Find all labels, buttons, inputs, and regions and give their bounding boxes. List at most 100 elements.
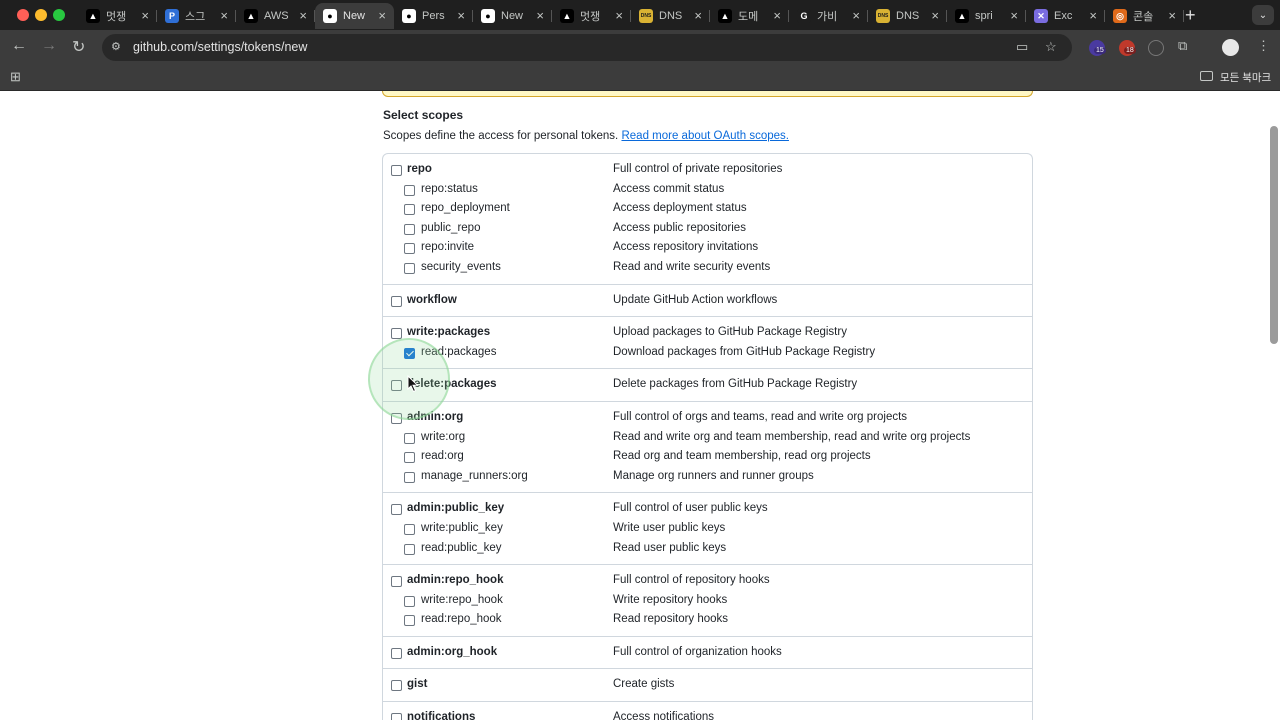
scope-name: read:org [421,450,464,463]
scope-checkbox[interactable] [404,543,415,555]
scope-row: admin:repo_hook Full control of repositor… [383,571,1032,591]
close-tab-icon[interactable]: × [141,8,149,23]
browser-tab[interactable]: P 스그 × [157,3,236,29]
page-scrollbar[interactable] [1270,126,1278,344]
browser-tab[interactable]: ▲ 멋쟁 × [78,3,157,29]
bookmark-star-icon[interactable]: ☆ [1045,39,1057,55]
scope-checkbox[interactable] [391,713,402,720]
triangle-icon: ▲ [955,9,969,23]
scope-group: notifications Access notifications [383,702,1032,720]
minimize-window-button[interactable] [35,9,47,21]
apps-grid-icon[interactable]: ⊞ [10,69,21,85]
close-tab-icon[interactable]: × [536,8,544,23]
extension-badge: 18 [1124,47,1136,54]
close-tab-icon[interactable]: × [773,8,781,23]
install-app-icon[interactable]: ▭ [1016,39,1028,55]
close-tab-icon[interactable]: × [457,8,465,23]
tab-title: 가비 [817,11,838,23]
scope-group: admin:public_key Full control of user pub… [383,493,1032,566]
browser-tab[interactable]: ▲ 도메 × [710,3,789,29]
triangle-icon: ▲ [718,9,732,23]
browser-tab[interactable]: DNS DNS × [631,3,710,29]
browser-tab[interactable]: ● New × [473,3,552,29]
scope-checkbox[interactable] [404,243,415,255]
close-tab-icon[interactable]: × [378,8,386,23]
scope-checkbox[interactable] [404,184,415,196]
profile-avatar[interactable] [1222,39,1239,56]
tab-search-button[interactable]: ⌄ [1252,5,1274,25]
scope-name: workflow [407,293,457,306]
scope-checkbox[interactable] [404,452,415,464]
tab-title: New [343,10,366,22]
scope-checkbox[interactable] [391,680,402,692]
scope-checkbox[interactable] [404,595,415,607]
browser-tab[interactable]: ✕ Exc × [1026,3,1105,29]
scope-checkbox[interactable] [404,523,415,535]
close-tab-icon[interactable]: × [1168,8,1176,23]
scope-description: Read and write org and team membership, … [613,430,971,443]
close-tab-icon[interactable]: × [1010,8,1018,23]
new-tab-button[interactable]: + [1185,5,1196,26]
browser-tab[interactable]: ▲ spri × [947,3,1026,29]
loading-extension-icon[interactable] [1148,40,1164,56]
close-tab-icon[interactable]: × [615,8,623,23]
tab-title: 멋쟁 [106,11,127,23]
scope-checkbox[interactable] [391,504,402,516]
scope-checkbox[interactable] [391,165,402,176]
close-tab-icon[interactable]: × [1089,8,1097,23]
browser-menu-icon[interactable]: ⋮ [1257,38,1270,54]
close-tab-icon[interactable]: × [694,8,702,23]
close-window-button[interactable] [17,9,29,21]
scope-checkbox[interactable] [404,432,415,444]
scope-checkbox[interactable] [404,615,415,627]
select-scopes-heading: Select scopes [383,108,464,122]
github-icon: ● [402,9,416,23]
browser-tab[interactable]: ● Pers × [394,3,473,29]
scope-checkbox[interactable] [404,223,415,235]
scope-name: write:repo_hook [421,593,503,606]
scope-checkbox[interactable] [391,647,402,659]
all-bookmarks-link[interactable]: 모든 북마크 [1220,70,1271,85]
browser-tab[interactable]: ● New × [315,3,394,29]
scope-checkbox[interactable] [404,262,415,274]
scope-description: Download packages from GitHub Package Re… [613,345,876,358]
extensions-puzzle-icon[interactable]: ⧉ [1178,38,1187,54]
reload-icon[interactable]: ↻ [72,37,85,57]
scope-name: security_events [421,260,501,273]
tab-separator [1183,10,1184,22]
sub-scope-row: write:repo_hook Write repository hooks [383,591,1032,611]
scope-description: Read org and team membership, read org p… [613,450,871,463]
browser-tab[interactable]: G 가비 × [789,3,868,29]
scope-checkbox[interactable] [391,576,402,588]
scope-description: Full control of repository hooks [613,574,770,587]
scope-name: read:public_key [421,541,502,554]
close-tab-icon[interactable]: × [931,8,939,23]
maximize-window-button[interactable] [53,9,65,21]
close-tab-icon[interactable]: × [299,8,307,23]
scope-checkbox[interactable] [404,471,415,483]
forward-icon[interactable]: → [41,37,57,55]
site-info-icon[interactable]: ⚙ [111,40,121,53]
scope-description: Read user public keys [613,541,727,554]
scope-description: Full control of user public keys [613,502,768,515]
scope-name: admin:repo_hook [407,574,504,587]
browser-tab[interactable]: DNS DNS × [868,3,947,29]
github-icon: ● [323,9,337,23]
browser-tab[interactable]: ▲ AWS × [236,3,315,29]
tab-title: DNS [896,10,920,22]
browser-tab[interactable]: ▲ 멋쟁 × [552,3,631,29]
scope-checkbox[interactable] [391,295,402,307]
address-bar[interactable]: ⚙ github.com/settings/tokens/new ▭ ☆ [102,34,1072,61]
scope-checkbox[interactable] [391,328,402,340]
scope-group: write:packages Upload packages to GitHub … [383,317,1032,370]
back-icon[interactable]: ← [11,37,27,55]
sub-scope-row: repo_deployment Access deployment status [383,199,1032,219]
scope-group: repo Full control of private repositories… [383,154,1032,285]
browser-tab[interactable]: ◎ 콘솔 × [1105,3,1184,29]
oauth-scopes-link[interactable]: Read more about OAuth scopes. [621,130,789,142]
scope-row: workflow Update GitHub Action workflows [383,291,1032,311]
close-tab-icon[interactable]: × [852,8,860,23]
scope-checkbox[interactable] [404,204,415,216]
sub-scope-row: read:org Read org and team membership, re… [383,447,1032,467]
close-tab-icon[interactable]: × [220,8,228,23]
